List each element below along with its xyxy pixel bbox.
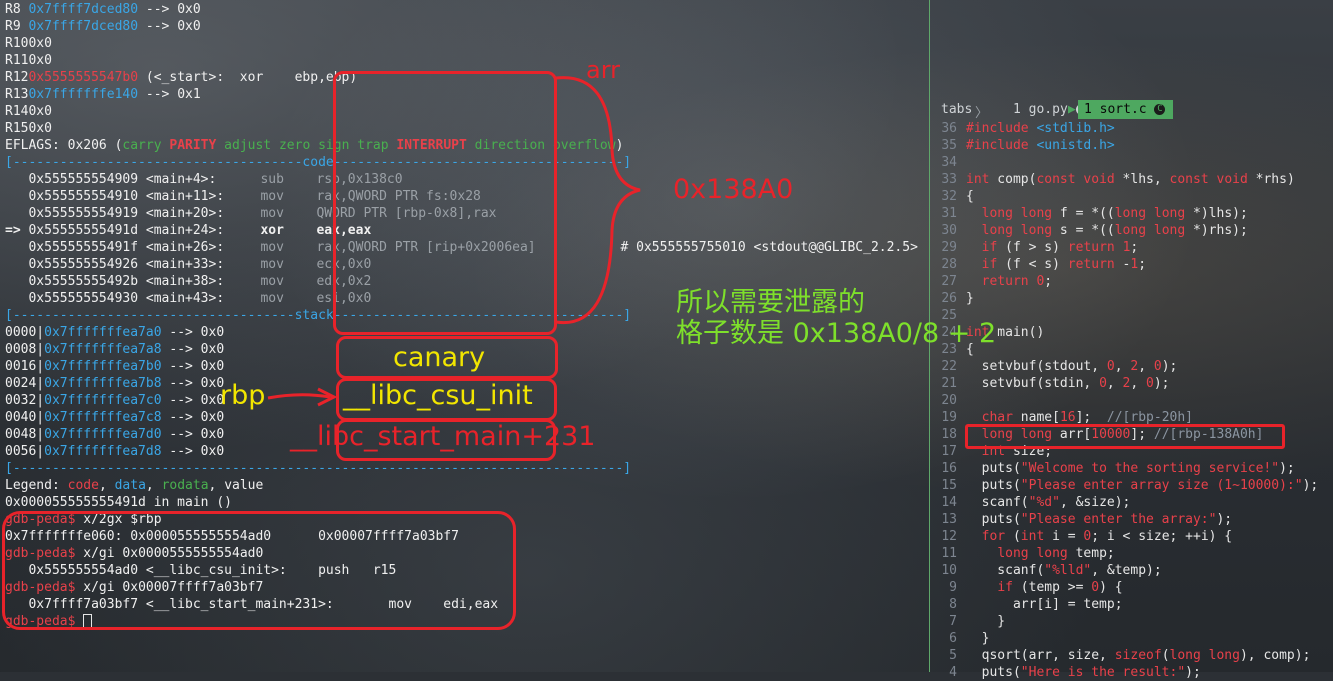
rbp-arrow-icon xyxy=(267,393,331,400)
arr-region-box xyxy=(333,71,557,335)
size-annotation: 0x138A0 xyxy=(673,174,794,205)
libc-start-main-annotation: __libc_start_main+231 xyxy=(290,421,596,452)
rbp-annotation: rbp xyxy=(220,380,266,411)
leak-count-note-line1: 所以需要泄露的 xyxy=(676,287,865,318)
gdb-session-box xyxy=(2,511,516,630)
brace-arrow-icon xyxy=(555,76,641,325)
arr-annotation: arr xyxy=(586,56,621,84)
leak-count-note: 所以需要泄露的 格子数是 0x138A0/8 + 2 xyxy=(676,287,996,349)
leak-count-note-line2: 格子数是 0x138A0/8 + 2 xyxy=(676,318,997,349)
canary-annotation: canary xyxy=(393,342,486,373)
arr-declaration-highlight xyxy=(965,424,1285,449)
libc-csu-init-annotation: __libc_csu_init xyxy=(343,380,533,411)
